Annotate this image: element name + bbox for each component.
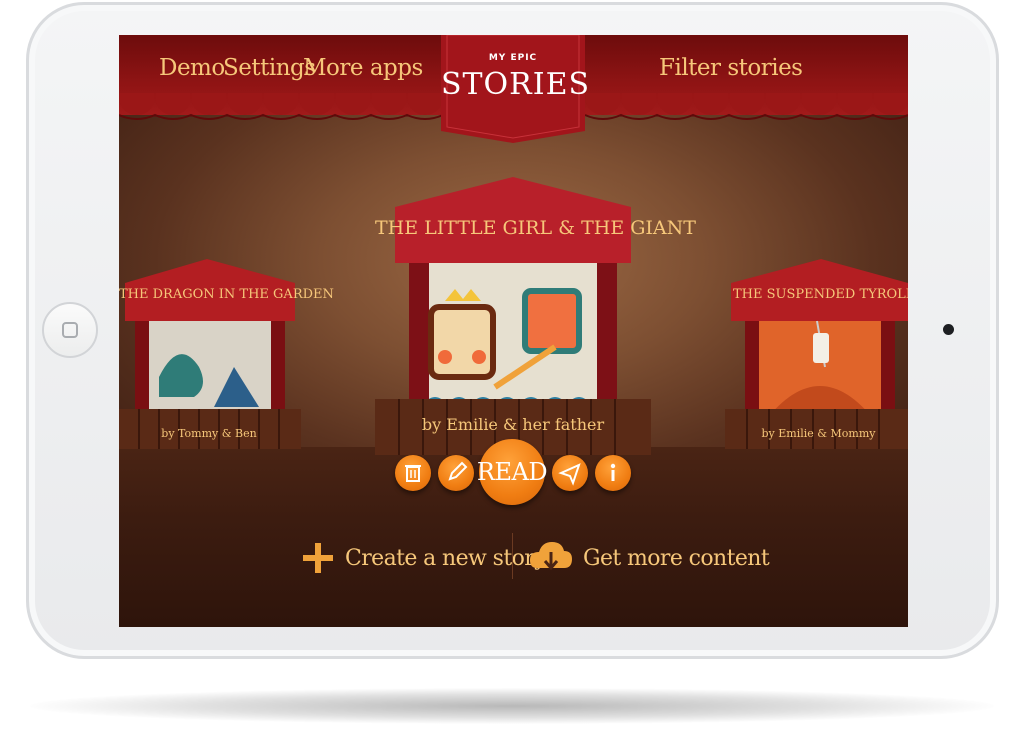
app-screen: Demo Settings More apps Filter stories M… (119, 35, 908, 627)
story-card-little-girl[interactable]: THE LITTLE GIRL & THE GIANT by Emilie & … (375, 177, 696, 455)
logo-title: STORIES (441, 67, 591, 102)
story-card-tyrolean[interactable]: THE SUSPENDED TYROLEAN by Emilie & Mommy (725, 257, 908, 452)
settings-link[interactable]: Settings (223, 55, 316, 95)
camera-icon (943, 324, 954, 335)
story-title: THE DRAGON IN THE GARDEN (119, 287, 334, 302)
read-button[interactable]: READ (476, 439, 548, 505)
pencil-icon (448, 461, 468, 481)
app-logo-banner: MY EPIC STORIES (441, 35, 591, 143)
create-story-button[interactable]: Create a new story (301, 535, 547, 581)
filter-stories-link[interactable]: Filter stories (659, 55, 803, 95)
story-card-dragon[interactable]: THE DRAGON IN THE GARDEN by Tommy & Ben (119, 257, 334, 452)
story-author: by Tommy & Ben (161, 427, 257, 440)
cloud-download-icon (530, 542, 572, 571)
story-title: THE LITTLE GIRL & THE GIANT (375, 217, 696, 239)
get-more-content-button[interactable]: Get more content (529, 535, 770, 581)
delete-button[interactable] (395, 455, 431, 491)
demo-link[interactable]: Demo (159, 55, 225, 95)
plus-icon (303, 543, 333, 573)
read-label: READ (476, 458, 548, 486)
send-icon (558, 463, 581, 486)
get-more-content-label: Get more content (583, 545, 770, 571)
bottom-divider (512, 533, 513, 579)
info-button[interactable] (595, 455, 631, 491)
info-icon (610, 463, 616, 481)
home-square-icon (62, 322, 78, 338)
story-author: by Emilie & Mommy (761, 427, 876, 440)
share-button[interactable] (552, 455, 588, 491)
story-title: THE SUSPENDED TYROLEAN (733, 287, 908, 302)
device-shadow (30, 688, 994, 724)
create-story-label: Create a new story (345, 545, 547, 571)
trash-icon (405, 465, 421, 482)
logo-small-text: MY EPIC (488, 53, 538, 63)
story-author: by Emilie & her father (421, 415, 605, 434)
home-button[interactable] (42, 302, 98, 358)
more-apps-link[interactable]: More apps (303, 55, 423, 95)
edit-button[interactable] (438, 455, 474, 491)
